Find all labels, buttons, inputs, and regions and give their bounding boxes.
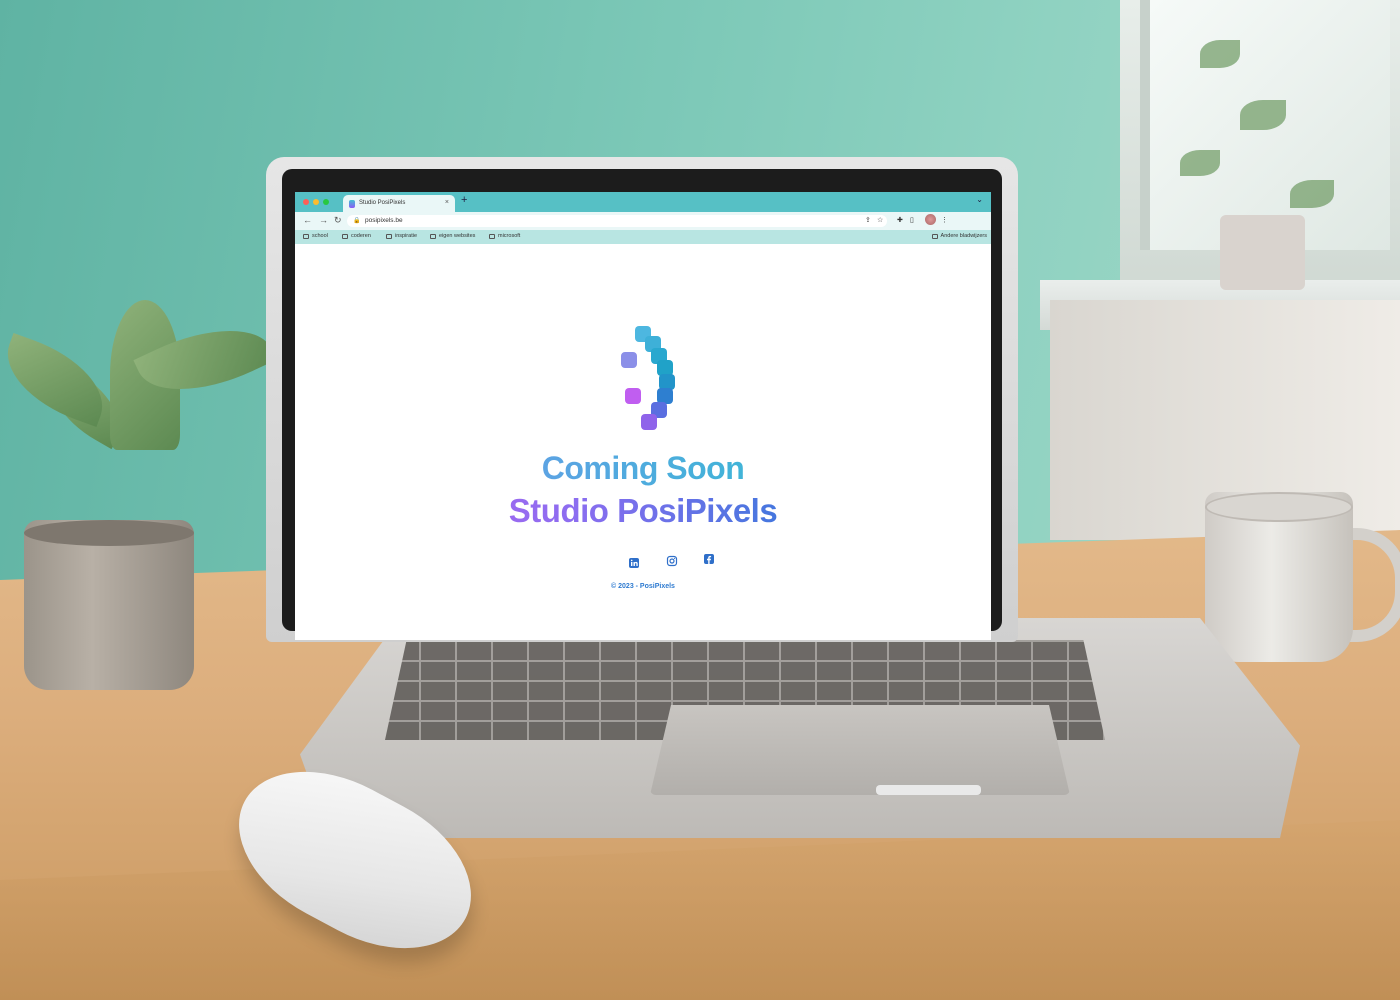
bookmark-star-icon[interactable]: ☆ bbox=[877, 216, 883, 224]
window-close-dot[interactable] bbox=[303, 199, 309, 205]
browser-tabbar: Studio PosiPixels × + ⌄ bbox=[295, 192, 991, 212]
browser-toolbar: ← → ↻ 🔒 posipixels.be ⇪ ☆ ✚ ▯ ⋮ bbox=[295, 212, 991, 230]
bookmark-folder-inspiratie[interactable]: inspiratie bbox=[386, 233, 417, 239]
coming-soon-heading: Coming Soon bbox=[295, 450, 991, 487]
logo-pixel bbox=[641, 414, 657, 430]
background-plant-leaf bbox=[1290, 180, 1334, 208]
browser-tab[interactable]: Studio PosiPixels × bbox=[343, 195, 455, 212]
studio-name-heading: Studio PosiPixels bbox=[295, 492, 991, 530]
reload-icon[interactable]: ↻ bbox=[334, 215, 342, 226]
profile-avatar[interactable] bbox=[925, 214, 936, 225]
bookmark-folder-coderen[interactable]: coderen bbox=[342, 233, 371, 239]
back-arrow-icon[interactable]: ← bbox=[303, 215, 312, 225]
forward-arrow-icon[interactable]: → bbox=[319, 215, 328, 225]
bookmark-folder-microsoft[interactable]: microsoft bbox=[489, 233, 520, 239]
background-plant-pot bbox=[1220, 215, 1305, 290]
background-plant-leaf bbox=[1200, 40, 1240, 68]
new-tab-button[interactable]: + bbox=[461, 194, 467, 206]
coffee-mug bbox=[1205, 492, 1353, 662]
plant-pot bbox=[24, 520, 194, 690]
favicon-icon bbox=[349, 200, 355, 208]
bookmarks-bar: school coderen inspiratie eigen websites… bbox=[295, 230, 991, 244]
logo-pixel bbox=[621, 352, 637, 368]
laptop-trackpad[interactable] bbox=[650, 705, 1070, 795]
share-icon[interactable]: ⇪ bbox=[865, 216, 871, 224]
extensions-puzzle-icon[interactable]: ✚ bbox=[897, 216, 903, 224]
side-panel-icon[interactable]: ▯ bbox=[910, 216, 914, 224]
window-maximize-dot[interactable] bbox=[323, 199, 329, 205]
logo-pixel bbox=[625, 388, 641, 404]
lock-icon: 🔒 bbox=[353, 218, 361, 224]
laptop-front-notch bbox=[876, 785, 981, 795]
bookmark-folder-school[interactable]: school bbox=[303, 233, 328, 239]
address-url: posipixels.be bbox=[365, 217, 403, 224]
tab-close-icon[interactable]: × bbox=[445, 199, 449, 206]
linkedin-icon[interactable] bbox=[628, 556, 640, 568]
background-plant-leaf bbox=[1240, 100, 1286, 130]
tab-title: Studio PosiPixels bbox=[359, 200, 406, 206]
instagram-icon[interactable] bbox=[666, 554, 678, 567]
posipixels-logo bbox=[621, 326, 681, 438]
laptop-screen: Studio PosiPixels × + ⌄ ← → ↻ 🔒 posipixe… bbox=[295, 192, 991, 640]
all-bookmarks-folder[interactable]: Andere bladwijzers bbox=[931, 233, 987, 239]
copyright-text: © 2023 - PosiPixels bbox=[611, 583, 675, 590]
bookmark-folder-eigen-websites[interactable]: eigen websites bbox=[430, 233, 475, 239]
window-minimize-dot[interactable] bbox=[313, 199, 319, 205]
facebook-icon[interactable] bbox=[703, 552, 715, 564]
menu-kebab-icon[interactable]: ⋮ bbox=[941, 216, 948, 224]
address-bar[interactable]: 🔒 posipixels.be bbox=[347, 215, 887, 227]
tab-search-chevron-icon[interactable]: ⌄ bbox=[976, 195, 983, 204]
background-plant-leaf bbox=[1180, 150, 1220, 176]
